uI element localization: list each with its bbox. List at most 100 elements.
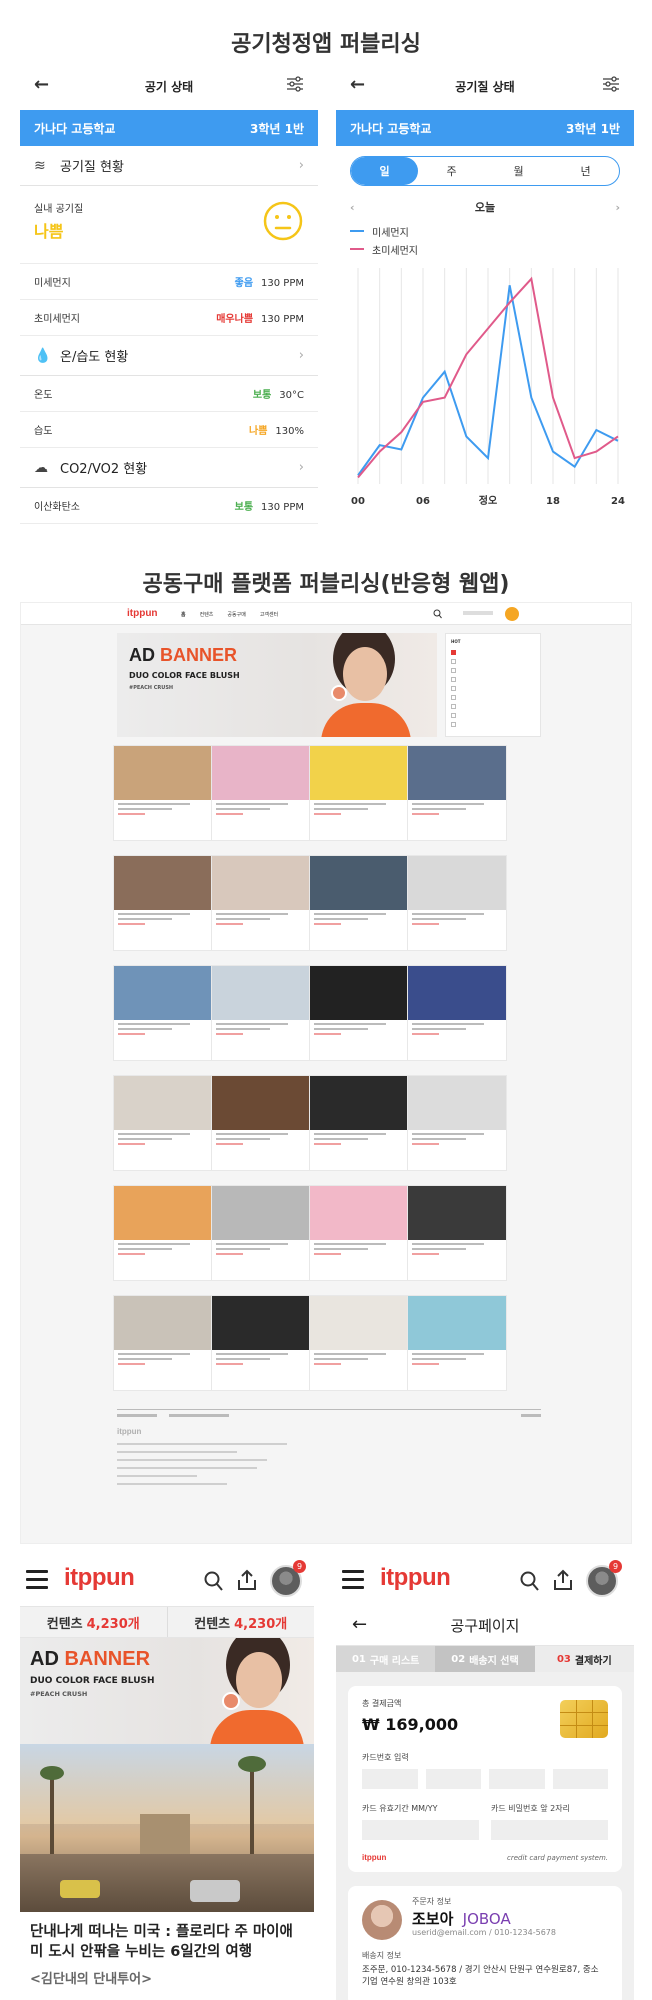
product-card[interactable]	[113, 965, 213, 1061]
product-card[interactable]	[211, 855, 311, 951]
co2-section-header[interactable]: ☁ CO2/VO2 현황 ›	[20, 448, 318, 488]
product-card[interactable]	[211, 745, 311, 841]
product-card[interactable]	[309, 1185, 409, 1281]
search-icon[interactable]	[204, 1569, 224, 1593]
tab-day[interactable]: 일	[351, 157, 418, 185]
card-number-input-4[interactable]	[552, 1769, 608, 1789]
step-label: 배송지 선택	[469, 1655, 519, 1667]
ranking-item[interactable]	[451, 720, 535, 729]
user-menu-placeholder[interactable]	[463, 611, 493, 615]
web-app-screenshot: itppun 홈 컨텐츠 공동구매 고객센터 AD BANNER DUO COL…	[20, 602, 632, 1544]
article-photo[interactable]	[20, 1744, 314, 1912]
avatar[interactable]	[505, 607, 519, 621]
product-thumbnail	[114, 856, 212, 910]
product-card[interactable]	[407, 855, 507, 951]
product-card[interactable]	[211, 1295, 311, 1391]
web-menu-support[interactable]: 고객센터	[260, 611, 278, 618]
step-purchase-list[interactable]: 01 구매 리스트	[336, 1646, 435, 1672]
product-card[interactable]	[113, 1295, 213, 1391]
status-row: 이산화탄소 보통 130 PPM	[20, 488, 318, 524]
web-menu-home[interactable]: 홈	[181, 611, 186, 618]
ranking-item[interactable]	[451, 648, 535, 657]
pin-input[interactable]	[491, 1820, 608, 1840]
hamburger-menu-icon[interactable]	[26, 1570, 48, 1594]
product-card[interactable]	[211, 1185, 311, 1281]
ranking-item[interactable]	[451, 693, 535, 702]
step-address[interactable]: 02 배송지 선택	[435, 1646, 535, 1672]
share-icon[interactable]	[236, 1568, 258, 1592]
product-card[interactable]	[113, 1075, 213, 1171]
search-icon[interactable]	[520, 1569, 540, 1593]
neutral-face-icon	[263, 201, 303, 241]
product-card[interactable]	[211, 965, 311, 1061]
product-card[interactable]	[113, 855, 213, 951]
product-card[interactable]	[113, 745, 213, 841]
web-ad-banner[interactable]: AD BANNER DUO COLOR FACE BLUSH #PEACH CR…	[117, 633, 437, 737]
back-arrow-icon[interactable]: ←	[34, 74, 49, 95]
product-meta-line	[408, 920, 506, 925]
ranking-item[interactable]	[451, 675, 535, 684]
product-card[interactable]	[309, 745, 409, 841]
product-card[interactable]	[113, 1185, 213, 1281]
expiry-input[interactable]	[362, 1820, 479, 1840]
banner-line2: DUO COLOR FACE BLUSH	[129, 671, 240, 680]
ranking-item[interactable]	[451, 702, 535, 711]
product-card[interactable]	[309, 855, 409, 951]
mobile-ad-banner[interactable]: AD BANNER DUO COLOR FACE BLUSH #PEACH CR…	[20, 1638, 314, 1744]
product-card[interactable]	[407, 745, 507, 841]
product-card[interactable]	[407, 1185, 507, 1281]
product-text-lines	[310, 910, 408, 920]
card-number-input-2[interactable]	[425, 1769, 481, 1789]
share-icon[interactable]	[552, 1568, 574, 1592]
product-card[interactable]	[407, 1295, 507, 1391]
filter-sliders-icon[interactable]	[286, 76, 304, 92]
ranking-item[interactable]	[451, 684, 535, 693]
ranking-item[interactable]	[451, 666, 535, 675]
filter-sliders-icon[interactable]	[602, 76, 620, 92]
product-card[interactable]	[407, 1075, 507, 1171]
header-title: 공기 상태	[144, 79, 194, 94]
web-footer-menu	[117, 1409, 541, 1417]
product-card[interactable]	[309, 965, 409, 1061]
status-row-value-group: 보통 30°C	[253, 386, 304, 401]
product-meta-line	[212, 1030, 310, 1035]
card-number-input-3[interactable]	[489, 1769, 545, 1789]
web-logo[interactable]: itppun	[127, 608, 158, 619]
product-card[interactable]	[309, 1075, 409, 1171]
product-card[interactable]	[211, 1075, 311, 1171]
product-card[interactable]	[309, 1295, 409, 1391]
product-thumbnail	[408, 746, 506, 800]
article-title[interactable]: 단내나게 떠나는 미국 : 플로리다 주 마이애미 도시 안팎을 누비는 6일간…	[20, 1912, 314, 1962]
card-number-input-1[interactable]	[362, 1769, 418, 1789]
air-quality-section-header[interactable]: ≋ 공기질 현황 ›	[20, 146, 318, 186]
card-number-label: 카드번호 입력	[362, 1753, 409, 1762]
chevron-left-icon[interactable]: ‹	[350, 201, 355, 214]
step-payment[interactable]: 03 결제하기	[534, 1646, 634, 1672]
content-tab-2[interactable]: 컨텐츠 4,230개	[166, 1607, 315, 1637]
mobile-logo[interactable]: itppun	[380, 1564, 451, 1592]
product-text-lines	[408, 1130, 506, 1140]
tab-week[interactable]: 주	[418, 157, 485, 185]
product-thumbnail	[310, 1076, 408, 1130]
back-arrow-icon[interactable]: ←	[350, 74, 365, 95]
chevron-right-icon[interactable]: ›	[615, 201, 620, 214]
back-arrow-icon[interactable]: ←	[352, 1614, 367, 1635]
ranking-item[interactable]	[451, 657, 535, 666]
status-row-label: 미세먼지	[34, 278, 71, 289]
web-menu-content[interactable]: 컨텐츠	[200, 611, 214, 618]
indoor-label: 실내 공기질	[34, 204, 84, 215]
ranking-item[interactable]	[451, 711, 535, 720]
chevron-right-icon: ›	[298, 460, 304, 475]
tab-month[interactable]: 월	[485, 157, 552, 185]
web-menu-groupbuy[interactable]: 공동구매	[227, 611, 245, 618]
temp-humidity-section-header[interactable]: 💧 온/습도 현황 ›	[20, 336, 318, 376]
mobile-logo[interactable]: itppun	[64, 1564, 135, 1592]
product-meta-line	[212, 920, 310, 925]
product-card[interactable]	[407, 965, 507, 1061]
hamburger-menu-icon[interactable]	[342, 1570, 364, 1594]
x-tick-label: 06	[416, 496, 430, 507]
content-tab-1[interactable]: 컨텐츠 4,230개	[20, 1607, 167, 1637]
tab-year[interactable]: 년	[552, 157, 619, 185]
product-thumbnail	[310, 746, 408, 800]
search-icon[interactable]	[433, 609, 442, 619]
